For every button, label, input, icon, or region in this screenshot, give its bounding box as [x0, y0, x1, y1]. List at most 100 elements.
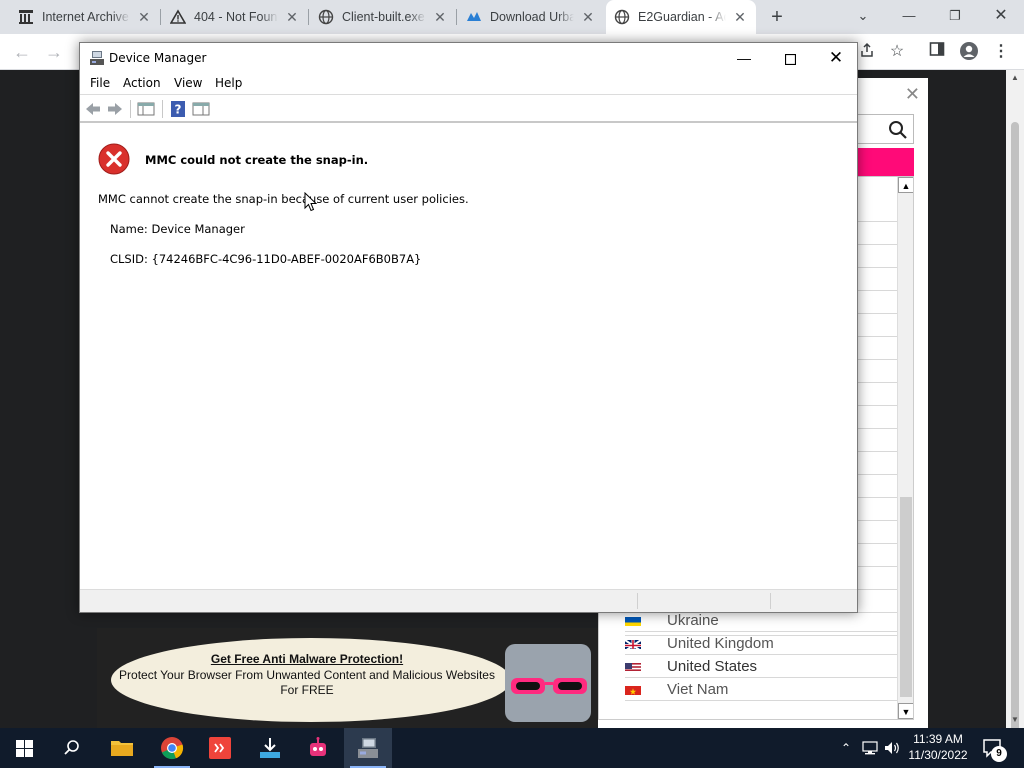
bookmark-star-icon[interactable]: ☆: [886, 41, 908, 63]
warning-icon: [170, 9, 186, 24]
toolbar-separator: [162, 100, 163, 118]
download-tray-icon: [260, 738, 280, 758]
tab-urban-vpn[interactable]: Download Urban VPN ✕: [458, 0, 604, 34]
chrome-button[interactable]: [148, 728, 196, 768]
properties-icon[interactable]: [192, 100, 210, 118]
new-tab-button[interactable]: +: [766, 6, 788, 28]
forward-arrow-icon[interactable]: →: [42, 40, 66, 64]
anti-malware-ad-banner[interactable]: Get Free Anti Malware Protection! Protec…: [97, 628, 598, 728]
device-manager-window: Device Manager — ✕ File Action View Help…: [79, 42, 858, 613]
robot-app-button[interactable]: [294, 728, 342, 768]
close-icon[interactable]: ✕: [136, 9, 152, 25]
scroll-up-icon[interactable]: ▲: [1006, 70, 1024, 86]
page-scrollbar[interactable]: ▲ ▼: [1006, 70, 1024, 768]
list-scrollbar[interactable]: ▲ ▼: [897, 177, 913, 719]
list-item[interactable]: United States: [625, 655, 897, 678]
snap-in-name: Name: Device Manager: [110, 222, 245, 236]
profile-avatar-icon[interactable]: [958, 41, 980, 63]
country-name: Ukraine: [667, 611, 719, 629]
show-hidden-icons-chevron-icon[interactable]: ⌃: [838, 740, 854, 756]
svg-text:?: ?: [175, 103, 182, 117]
anydesk-button[interactable]: [196, 728, 244, 768]
window-title: Device Manager: [109, 51, 207, 65]
window-titlebar[interactable]: Device Manager — ✕: [80, 43, 857, 73]
back-arrow-icon[interactable]: [84, 100, 102, 118]
tab-search-icon[interactable]: ⌄: [850, 4, 876, 28]
back-arrow-icon[interactable]: ←: [10, 40, 34, 64]
tab-404[interactable]: 404 - Not Found ✕: [162, 0, 308, 34]
close-icon[interactable]: ✕: [432, 9, 448, 25]
close-icon[interactable]: ✕: [580, 9, 596, 25]
close-button[interactable]: ✕: [813, 43, 859, 73]
status-divider: [770, 593, 771, 609]
menu-kebab-icon[interactable]: ⋮: [990, 41, 1012, 63]
menu-file[interactable]: File: [90, 76, 110, 90]
taskbar-search-button[interactable]: [48, 728, 96, 768]
device-manager-icon: [90, 51, 104, 65]
start-button[interactable]: [0, 728, 48, 768]
snap-in-error-pane: MMC could not create the snap-in. MMC ca…: [80, 125, 857, 588]
network-icon[interactable]: [862, 740, 878, 756]
menu-bar: File Action View Help: [80, 73, 857, 95]
banner-headline[interactable]: Get Free Anti Malware Protection!: [97, 652, 517, 666]
list-item[interactable]: United Kingdom: [625, 632, 897, 655]
tab-title: Download Urban VPN: [490, 10, 574, 24]
banner-subline: Protect Your Browser From Unwanted Conte…: [107, 668, 507, 698]
search-icon[interactable]: [887, 119, 909, 141]
file-explorer-button[interactable]: [98, 728, 146, 768]
tab-e2guardian[interactable]: E2Guardian - Access Denied ✕: [606, 0, 756, 34]
tab-internet-archive[interactable]: Internet Archive: Digital Library of Fre…: [10, 0, 160, 34]
page-scroll-thumb[interactable]: [1011, 122, 1019, 768]
tab-title: Internet Archive: Digital Library of Fre…: [42, 10, 130, 24]
menu-action[interactable]: Action: [123, 76, 161, 90]
remote-desktop-icon: [209, 737, 231, 759]
list-item[interactable]: Viet Nam: [625, 678, 897, 701]
notification-count-badge: 9: [991, 746, 1007, 762]
minimize-button[interactable]: —: [721, 43, 767, 73]
list-scroll-thumb[interactable]: [900, 497, 912, 697]
device-manager-taskbar-button[interactable]: [344, 728, 392, 768]
robot-icon: [310, 737, 326, 756]
console-tree-icon[interactable]: [137, 100, 155, 118]
menu-help[interactable]: Help: [215, 76, 242, 90]
folder-icon: [111, 741, 133, 756]
status-bar: [80, 589, 857, 612]
scroll-down-icon[interactable]: ▼: [1006, 712, 1024, 728]
scroll-down-icon[interactable]: ▼: [898, 703, 913, 719]
sunglasses-icon: [511, 678, 587, 694]
volume-icon[interactable]: [884, 740, 900, 756]
tab-title: E2Guardian - Access Denied: [638, 10, 726, 24]
tab-divider: [308, 9, 309, 25]
restore-icon[interactable]: ❐: [942, 4, 968, 28]
mouse-cursor-icon: [304, 192, 318, 212]
side-panel-icon[interactable]: [926, 41, 948, 63]
tab-divider: [456, 9, 457, 25]
share-icon[interactable]: [856, 41, 878, 63]
search-icon: [64, 740, 79, 755]
status-divider: [637, 593, 638, 609]
archive-icon: [19, 10, 33, 24]
urbanvpn-icon: [467, 12, 481, 21]
menu-view[interactable]: View: [174, 76, 202, 90]
system-clock[interactable]: 11:39 AM 11/30/2022: [900, 731, 976, 763]
help-icon[interactable]: ?: [169, 100, 187, 118]
minimize-icon[interactable]: —: [896, 4, 922, 28]
maximize-button[interactable]: [767, 43, 813, 73]
close-window-icon[interactable]: ✕: [988, 4, 1014, 28]
device-manager-icon: [358, 738, 378, 758]
tab-divider: [160, 9, 161, 25]
ukraine-flag-icon: [625, 615, 641, 626]
country-name: Viet Nam: [667, 680, 729, 698]
mmc-toolbar: ?: [80, 95, 857, 123]
snap-in-clsid: CLSID: {74246BFC-4C96-11D0-ABEF-0020AF6B…: [110, 252, 422, 266]
error-icon: [98, 143, 130, 175]
chrome-icon: [161, 737, 184, 760]
close-icon[interactable]: ✕: [284, 9, 300, 25]
scroll-up-icon[interactable]: ▲: [898, 177, 913, 193]
downloads-button[interactable]: [246, 728, 294, 768]
toolbar-separator: [130, 100, 131, 118]
modal-close-icon[interactable]: ✕: [905, 84, 920, 105]
forward-arrow-icon[interactable]: [106, 100, 124, 118]
tab-client-built[interactable]: Client-built.exe ✕: [310, 0, 456, 34]
close-icon[interactable]: ✕: [732, 9, 748, 25]
